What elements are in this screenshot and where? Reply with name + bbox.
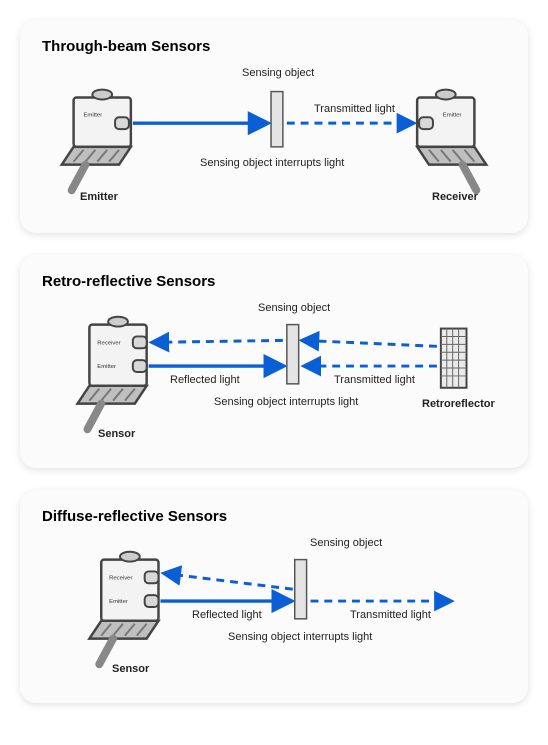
label-reflected-light: Reflected light — [170, 374, 240, 386]
diagram-diffuse: Receiver Emitter Sensing object Reflecte… — [42, 531, 506, 681]
diagram-through-beam: Emitter Emitter Sensing object — [42, 61, 506, 211]
label-sensing-object: Sensing object — [310, 537, 382, 549]
label-retroreflector: Retroreflector — [422, 398, 495, 410]
sensing-object-icon — [271, 92, 283, 147]
panel-through-beam: Through-beam Sensors Emitter — [20, 20, 528, 233]
label-interrupts: Sensing object interrupts light — [228, 631, 372, 643]
lens-label: Emitter — [443, 112, 462, 118]
sensor-device-icon: Receiver Emitter — [89, 552, 158, 665]
panel-diffuse-reflective: Diffuse-reflective Sensors Receiver Emit… — [20, 490, 528, 703]
receiver-device-icon: Emitter — [417, 90, 486, 191]
panel-retro-reflective: Retro-reflective Sensors Receiver Emitte… — [20, 255, 528, 468]
label-sensing-object: Sensing object — [258, 302, 330, 314]
beam-reflect-left — [153, 340, 283, 342]
panel-title: Diffuse-reflective Sensors — [42, 508, 506, 525]
svg-text:Receiver: Receiver — [109, 575, 132, 581]
svg-text:Emitter: Emitter — [97, 364, 116, 370]
lens-label: Emitter — [83, 112, 102, 118]
scene-svg: Receiver Emitter — [42, 531, 506, 681]
panel-title: Through-beam Sensors — [42, 38, 506, 55]
label-sensor: Sensor — [98, 428, 135, 440]
scene-svg: Receiver Emitter — [42, 296, 506, 446]
beam-reflect-right — [303, 340, 437, 346]
sensor-device-icon: Receiver Emitter — [78, 317, 147, 430]
retroreflector-icon — [441, 329, 467, 388]
sensing-object-icon — [287, 325, 299, 384]
sensing-object-icon — [295, 560, 307, 619]
label-transmitted-light: Transmitted light — [334, 374, 415, 386]
label-transmitted-light: Transmitted light — [314, 103, 395, 115]
label-transmitted-light: Transmitted light — [350, 609, 431, 621]
label-emitter: Emitter — [80, 191, 118, 203]
diagram-retro: Receiver Emitter — [42, 296, 506, 446]
label-sensor: Sensor — [112, 663, 149, 675]
label-interrupts: Sensing object interrupts light — [214, 396, 358, 408]
panel-title: Retro-reflective Sensors — [42, 273, 506, 290]
label-sensing-object: Sensing object — [242, 67, 314, 79]
label-reflected-light: Reflected light — [192, 609, 262, 621]
label-interrupts: Sensing object interrupts light — [200, 157, 344, 169]
beam-diffuse-reflect — [164, 573, 292, 589]
svg-text:Receiver: Receiver — [97, 340, 120, 346]
svg-text:Emitter: Emitter — [109, 599, 128, 605]
label-receiver: Receiver — [432, 191, 478, 203]
emitter-device-icon: Emitter — [62, 90, 131, 191]
scene-svg: Emitter Emitter — [42, 61, 506, 211]
